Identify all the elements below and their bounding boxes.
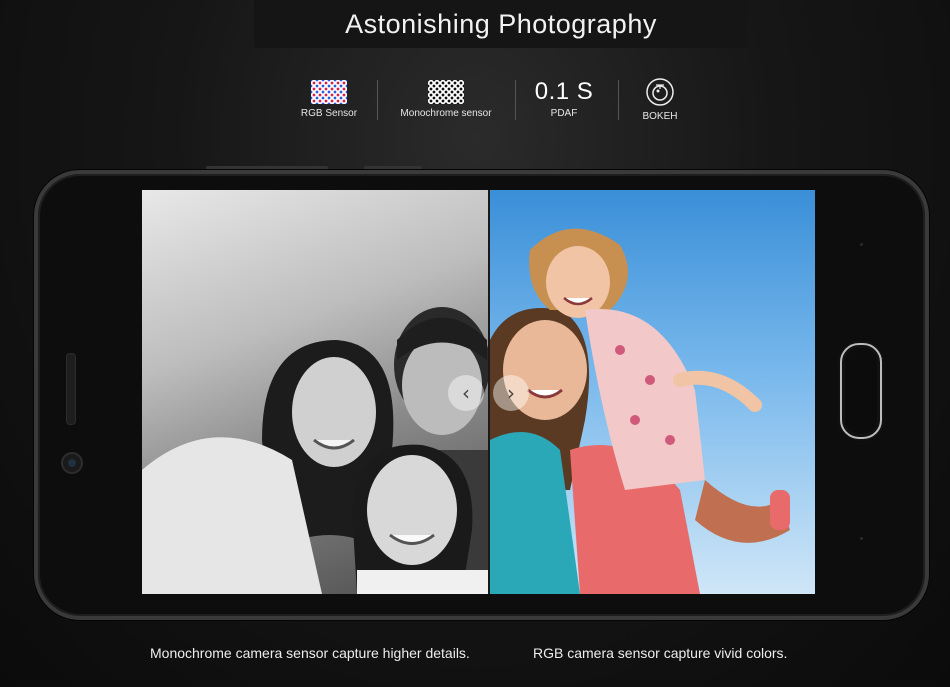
proximity-sensor <box>860 537 863 540</box>
monochrome-family-photo <box>142 307 488 594</box>
title-banner: Astonishing Photography <box>254 0 748 48</box>
feature-monochrome-sensor: Monochrome sensor <box>393 74 499 119</box>
monochrome-sensor-icon <box>428 80 464 104</box>
proximity-sensor <box>860 243 863 246</box>
feature-label: Monochrome sensor <box>400 108 492 119</box>
feature-pdaf: 0.1 S PDAF <box>528 74 600 119</box>
feature-rgb-sensor: RGB Sensor <box>297 74 361 119</box>
chevron-left-icon: ‹ <box>462 381 470 405</box>
color-family-photo <box>490 228 790 594</box>
page-title: Astonishing Photography <box>345 8 657 39</box>
previous-arrow-button[interactable]: ‹ <box>448 375 484 411</box>
caption-rgb: RGB camera sensor capture vivid colors. <box>533 645 788 661</box>
rgb-sensor-icon <box>311 80 347 104</box>
color-photo <box>490 190 815 594</box>
divider <box>618 80 619 120</box>
caption-monochrome: Monochrome camera sensor capture higher … <box>150 645 470 661</box>
phone-screen: ‹ › <box>142 190 815 594</box>
front-camera-icon <box>61 452 83 474</box>
feature-strip: RGB Sensor Monochrome sensor 0.1 S PDAF … <box>0 74 950 134</box>
pdaf-value: 0.1 S <box>534 78 594 105</box>
feature-label: RGB Sensor <box>300 108 358 119</box>
monochrome-photo <box>142 190 488 594</box>
earpiece-speaker <box>66 353 76 425</box>
fingerprint-home-button <box>840 343 882 439</box>
feature-label: PDAF <box>550 108 578 119</box>
feature-label: BOKEH <box>642 111 678 122</box>
next-arrow-button[interactable]: › <box>493 375 529 411</box>
divider <box>515 80 516 120</box>
aperture-icon <box>645 77 675 107</box>
feature-bokeh: BOKEH <box>630 74 690 122</box>
divider <box>377 80 378 120</box>
chevron-right-icon: › <box>507 381 515 405</box>
